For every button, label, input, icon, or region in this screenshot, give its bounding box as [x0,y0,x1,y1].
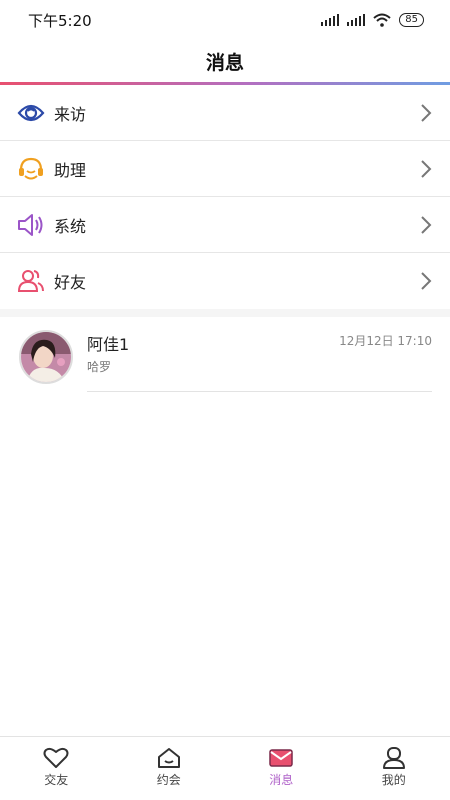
conversation-item[interactable]: 阿佳1 12月12日 17:10 哈罗 [0,317,450,392]
user-icon [382,747,405,769]
battery-indicator: 85 [399,13,424,27]
bottom-nav: 交友 约会 消息 我的 [0,736,450,800]
menu-item-label: 好友 [54,273,87,292]
heart-icon [43,747,69,768]
hd-signal-icon [347,14,366,26]
menu-item-label: 系统 [54,216,87,236]
status-bar: 下午5:20 85 [0,0,450,40]
conversation-name: 阿佳1 [87,335,130,354]
menu-item-assistant[interactable]: 助理 [0,141,450,197]
wifi-icon [373,13,391,27]
headset-icon [17,155,45,183]
avatar [19,330,73,384]
menu-item-system[interactable]: 系统 [0,197,450,253]
message-category-list: 来访 助理 系统 好友 [0,85,450,317]
nav-label: 我的 [381,773,406,787]
chevron-right-icon [421,160,432,178]
eye-icon [17,99,45,127]
status-time: 下午5:20 [28,11,92,30]
chevron-right-icon [421,104,432,122]
nav-item-me[interactable]: 我的 [338,737,450,800]
nav-label: 约会 [156,773,181,787]
chevron-right-icon [421,216,432,234]
section-gap [0,309,450,317]
speaker-icon [17,211,45,239]
nav-item-dating[interactable]: 约会 [113,737,226,800]
signal-icon [321,14,340,26]
menu-item-label: 来访 [54,104,87,124]
page-title: 消息 [205,51,244,74]
menu-item-label: 助理 [54,160,87,180]
status-icons: 85 [321,13,424,27]
divider [87,391,432,392]
home-icon [157,748,180,768]
nav-label: 交友 [44,773,69,787]
menu-item-visitors[interactable]: 来访 [0,85,450,141]
nav-item-messages[interactable]: 消息 [225,737,338,800]
nav-label: 消息 [269,773,294,787]
conversation-time: 12月12日 17:10 [339,334,432,348]
nav-item-make-friends[interactable]: 交友 [0,737,113,800]
menu-item-friends[interactable]: 好友 [0,253,450,309]
chevron-right-icon [421,272,432,290]
mail-icon [269,749,293,767]
conversation-last-message: 哈罗 [87,360,112,374]
friends-icon [17,267,45,295]
